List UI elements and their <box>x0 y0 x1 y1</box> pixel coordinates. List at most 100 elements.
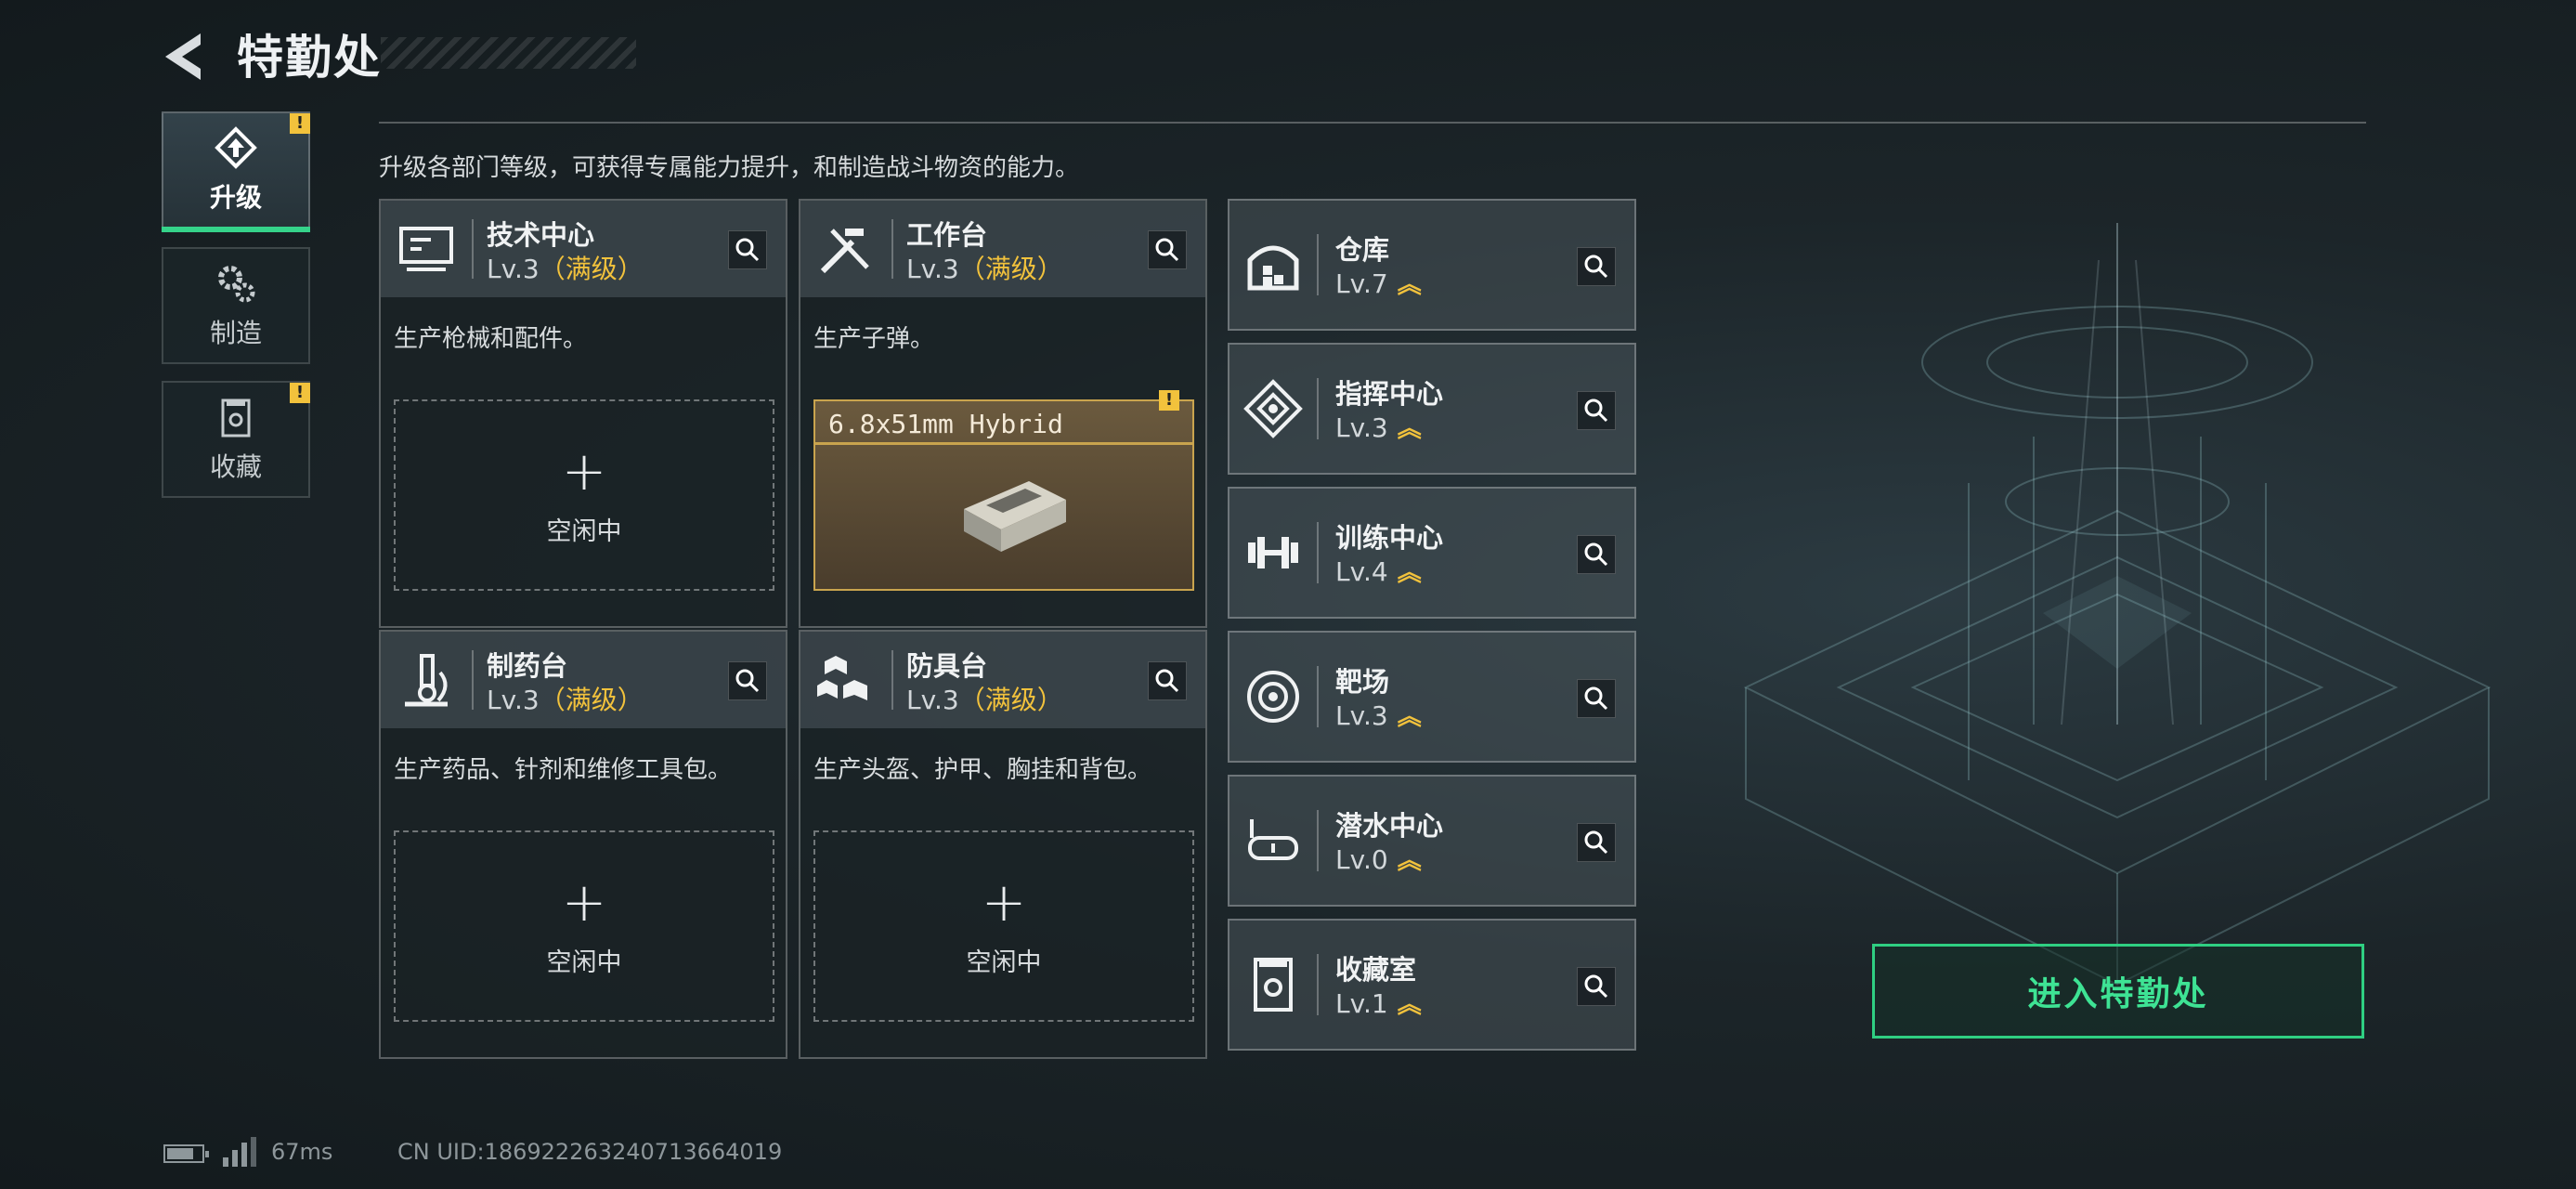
armor-boxes-icon <box>817 656 867 700</box>
enter-special-ops-button[interactable]: 进入特勤处 <box>1872 944 2364 1039</box>
search-button[interactable] <box>728 661 767 700</box>
battery-icon <box>163 1144 209 1163</box>
station-description: 生产药品、针剂和维修工具包。 <box>394 756 733 784</box>
magnifier-icon <box>735 669 760 693</box>
card-separator <box>891 650 893 710</box>
station-level: Lv.3（满级） <box>906 685 1063 715</box>
card-separator <box>1317 522 1319 583</box>
search-button[interactable] <box>1577 391 1616 430</box>
station-card-workbench: 工作台 Lv.3（满级） 生产子弹。 6.8x51mm Hybrid ! <box>799 199 1207 628</box>
search-button[interactable] <box>1577 247 1616 286</box>
item-title-bar <box>815 442 1192 445</box>
station-description: 生产子弹。 <box>813 325 935 353</box>
magnifier-icon <box>1584 255 1608 279</box>
battery-level <box>167 1148 193 1159</box>
upgrade-chevron-icon: ︽ <box>1397 847 1422 875</box>
tab-upgrade-label: 升级 <box>209 182 262 213</box>
card-separator <box>1317 378 1319 439</box>
search-button[interactable] <box>1577 679 1616 718</box>
magnifier-icon <box>1155 238 1179 262</box>
back-arrow-icon[interactable] <box>158 28 215 85</box>
tab-collection-alert-badge: ! <box>290 383 310 403</box>
facility-name: 潜水中心 <box>1335 810 1444 842</box>
item-name: 6.8x51mm Hybrid <box>828 409 1063 439</box>
facility-collection-room[interactable]: 收藏室 Lv.1 ︽ <box>1228 919 1636 1051</box>
station-name: 防具台 <box>906 650 988 682</box>
card-separator <box>891 219 893 279</box>
station-name: 工作台 <box>906 219 988 251</box>
station-name: 制药台 <box>487 650 568 682</box>
tab-collection[interactable]: 收藏 <box>162 381 310 498</box>
collection-room-icon <box>1254 958 1293 1012</box>
dive-mask-icon <box>1248 819 1298 860</box>
card-header: 技术中心 Lv.3（满级） <box>381 201 786 297</box>
card-header: 制药台 Lv.3（满级） <box>381 632 786 728</box>
title-decoration <box>381 37 636 69</box>
facility-shooting-range[interactable]: 靶场 Lv.3 ︽ <box>1228 631 1636 763</box>
production-slot[interactable]: + 空闲中 <box>394 399 774 591</box>
magnifier-icon <box>1584 830 1608 855</box>
max-level-tag: （满级） <box>539 685 644 715</box>
card-separator <box>1317 954 1319 1015</box>
upgrade-chevron-icon: ︽ <box>1397 991 1422 1019</box>
page-description: 升级各部门等级，可获得专属能力提升，和制造战斗物资的能力。 <box>379 154 1080 182</box>
facility-name: 收藏室 <box>1335 954 1417 986</box>
station-description: 生产头盔、护甲、胸挂和背包。 <box>813 756 1152 784</box>
facility-name: 训练中心 <box>1335 522 1444 554</box>
slot-alert-badge: ! <box>1159 390 1179 411</box>
base-hologram-image <box>1743 223 2491 986</box>
max-level-tag: （满级） <box>958 254 1063 284</box>
station-level: Lv.3（满级） <box>906 254 1063 284</box>
magnifier-icon <box>1155 669 1179 693</box>
station-level: Lv.3（满级） <box>487 254 644 284</box>
upgrade-chevron-icon: ︽ <box>1397 703 1422 731</box>
gears-icon <box>218 266 255 303</box>
signal-icon <box>223 1137 256 1167</box>
upgrade-chevron-icon: ︽ <box>1397 559 1422 587</box>
max-level-tag: （满级） <box>958 685 1063 715</box>
tab-craft[interactable]: 制造 <box>162 247 310 364</box>
station-name: 技术中心 <box>487 219 595 251</box>
slot-status: 空闲中 <box>546 947 622 977</box>
plus-icon: + <box>561 438 607 503</box>
facility-level: Lv.3 ︽ <box>1335 700 1422 731</box>
ping-indicator: 67ms <box>271 1139 333 1165</box>
search-button[interactable] <box>1577 967 1616 1006</box>
card-separator <box>472 219 474 279</box>
slot-status: 空闲中 <box>546 516 622 546</box>
card-separator <box>1317 810 1319 871</box>
ammo-box-icon <box>964 481 1066 552</box>
station-card-armor: 防具台 Lv.3（满级） 生产头盔、护甲、胸挂和背包。 + 空闲中 <box>799 630 1207 1059</box>
magnifier-icon <box>1584 542 1608 567</box>
facility-command-center[interactable]: 指挥中心 Lv.3 ︽ <box>1228 343 1636 475</box>
microscope-icon <box>405 654 448 707</box>
user-uid: CN UID:18692226324071366401​9 <box>397 1139 783 1165</box>
search-button[interactable] <box>1148 661 1187 700</box>
tab-upgrade[interactable]: 升级 <box>162 111 310 229</box>
card-header: 防具台 Lv.3（满级） <box>800 632 1205 728</box>
magnifier-icon <box>1584 686 1608 711</box>
facility-name: 指挥中心 <box>1335 378 1444 410</box>
card-separator <box>1317 234 1319 295</box>
facility-name: 仓库 <box>1335 234 1390 266</box>
upgrade-icon <box>215 126 257 169</box>
search-button[interactable] <box>1148 230 1187 269</box>
plus-icon: + <box>981 869 1027 934</box>
search-button[interactable] <box>1577 535 1616 574</box>
facility-level: Lv.3 ︽ <box>1335 412 1422 443</box>
production-slot[interactable]: + 空闲中 <box>813 830 1194 1022</box>
facility-training-center[interactable]: 训练中心 Lv.4 ︽ <box>1228 487 1636 619</box>
tab-craft-label: 制造 <box>209 318 262 348</box>
command-icon <box>1243 379 1303 438</box>
search-button[interactable] <box>728 230 767 269</box>
search-button[interactable] <box>1577 823 1616 862</box>
magnifier-icon <box>735 238 760 262</box>
warehouse-icon <box>1247 245 1299 291</box>
production-slot[interactable]: + 空闲中 <box>394 830 774 1022</box>
facility-dive-center[interactable]: 潜水中心 Lv.0 ︽ <box>1228 775 1636 907</box>
production-slot-item[interactable]: 6.8x51mm Hybrid ! <box>813 390 1194 591</box>
card-header: 工作台 Lv.3（满级） <box>800 201 1205 297</box>
card-separator <box>472 650 474 710</box>
station-level: Lv.3（满级） <box>487 685 644 715</box>
facility-warehouse[interactable]: 仓库 Lv.7 ︽ <box>1228 199 1636 331</box>
